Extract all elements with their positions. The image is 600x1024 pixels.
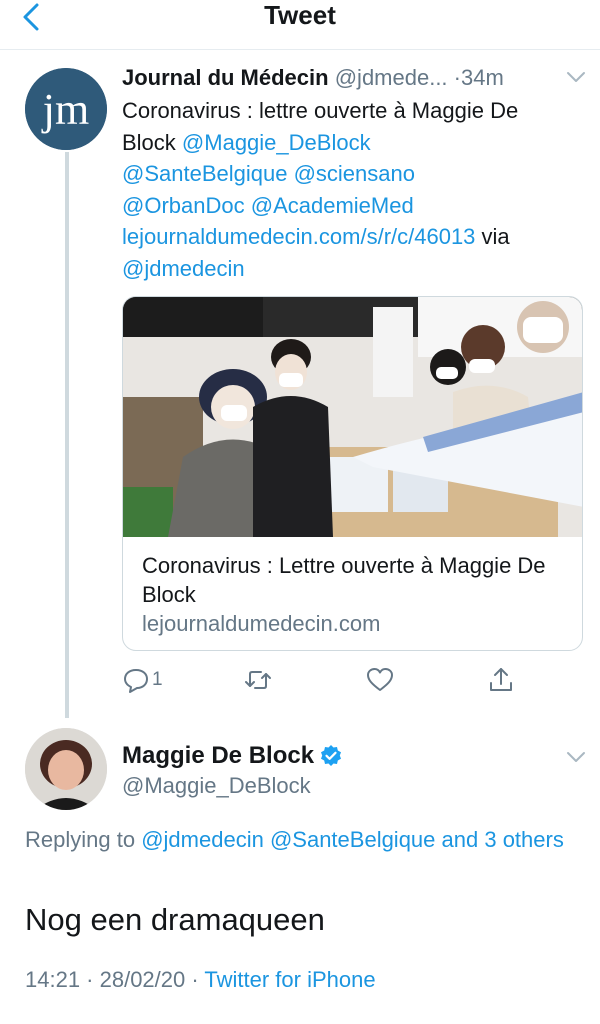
author-name[interactable]: Journal du Médecin: [122, 65, 329, 90]
heart-icon: [367, 668, 393, 691]
tweet-text-line2: Block: [122, 129, 176, 155]
thread-connector-line: [65, 152, 69, 718]
share-button[interactable]: [487, 665, 515, 695]
mention-link[interactable]: @SanteBelgique: [270, 827, 435, 852]
replying-prefix: Replying to: [25, 827, 136, 852]
tweet-journal-du-medecin: Journal du Médecin @jdmede... ·34m Coron…: [122, 64, 582, 284]
card-domain: lejournaldumedecin.com: [142, 611, 381, 636]
replying-to: Replying to @jdmedecin @SanteBelgique an…: [25, 823, 585, 856]
top-nav-bar: Tweet: [0, 0, 600, 50]
svg-text:jm: jm: [41, 85, 89, 134]
chevron-down-icon[interactable]: [566, 750, 586, 764]
url-link[interactable]: lejournaldumedecin.com/s/r/c/46013: [122, 224, 475, 249]
avatar-journal-du-medecin[interactable]: jm: [25, 68, 107, 150]
page-title: Tweet: [264, 0, 336, 30]
tweet-time: 34m: [461, 65, 504, 90]
retweet-icon: [245, 671, 271, 689]
tweet-timestamp: 14:21 · 28/02/20 ·: [25, 967, 199, 992]
reply-button[interactable]: 1: [122, 665, 163, 695]
via-text: via: [481, 224, 510, 249]
mention-link[interactable]: @Maggie_DeBlock: [182, 130, 371, 155]
reply-count: 1: [152, 669, 163, 690]
tweet-header: Journal du Médecin @jdmede... ·34m: [122, 64, 582, 92]
retweet-button[interactable]: [244, 665, 272, 695]
verified-badge-icon: [321, 745, 342, 766]
card-title: Coronavirus : Lettre ouverte à Maggie De…: [142, 553, 546, 607]
share-icon: [490, 668, 512, 691]
tweet-body: Coronavirus : lettre ouverte à Maggie De…: [122, 95, 582, 284]
author-handle[interactable]: @Maggie_DeBlock: [122, 772, 311, 800]
mention-link[interactable]: @OrbanDoc: [122, 193, 245, 218]
separator-dot: ·: [453, 65, 461, 90]
jm-logo-icon: jm: [25, 68, 107, 150]
author-name-row: Maggie De Block: [122, 742, 343, 770]
card-photo: [123, 297, 582, 537]
mention-link[interactable]: @SanteBelgique: [122, 161, 287, 186]
avatar-maggie-de-block[interactable]: [25, 728, 107, 810]
mention-link[interactable]: @jdmedecin: [122, 256, 245, 281]
like-button[interactable]: [366, 665, 394, 695]
tweet-source-link[interactable]: Twitter for iPhone: [204, 967, 375, 992]
chevron-down-icon[interactable]: [566, 70, 586, 84]
mention-link[interactable]: @jdmedecin: [141, 827, 264, 852]
and-others-link[interactable]: and 3 others: [442, 827, 564, 852]
tweet-text: Nog een dramaqueen: [25, 902, 325, 937]
mention-link[interactable]: @sciensano: [294, 161, 415, 186]
reply-icon: [124, 669, 148, 693]
profile-photo: [25, 728, 107, 810]
mention-link[interactable]: @AcademieMed: [251, 193, 414, 218]
author-handle[interactable]: @jdmede...: [335, 65, 448, 90]
tweet-meta: 14:21 · 28/02/20 · Twitter for iPhone: [25, 965, 376, 995]
link-preview-card[interactable]: Coronavirus : Lettre ouverte à Maggie De…: [122, 296, 583, 651]
author-name[interactable]: Maggie De Block: [122, 742, 314, 770]
tweet-text-line1: Coronavirus : lettre ouverte à Maggie De: [122, 98, 519, 123]
